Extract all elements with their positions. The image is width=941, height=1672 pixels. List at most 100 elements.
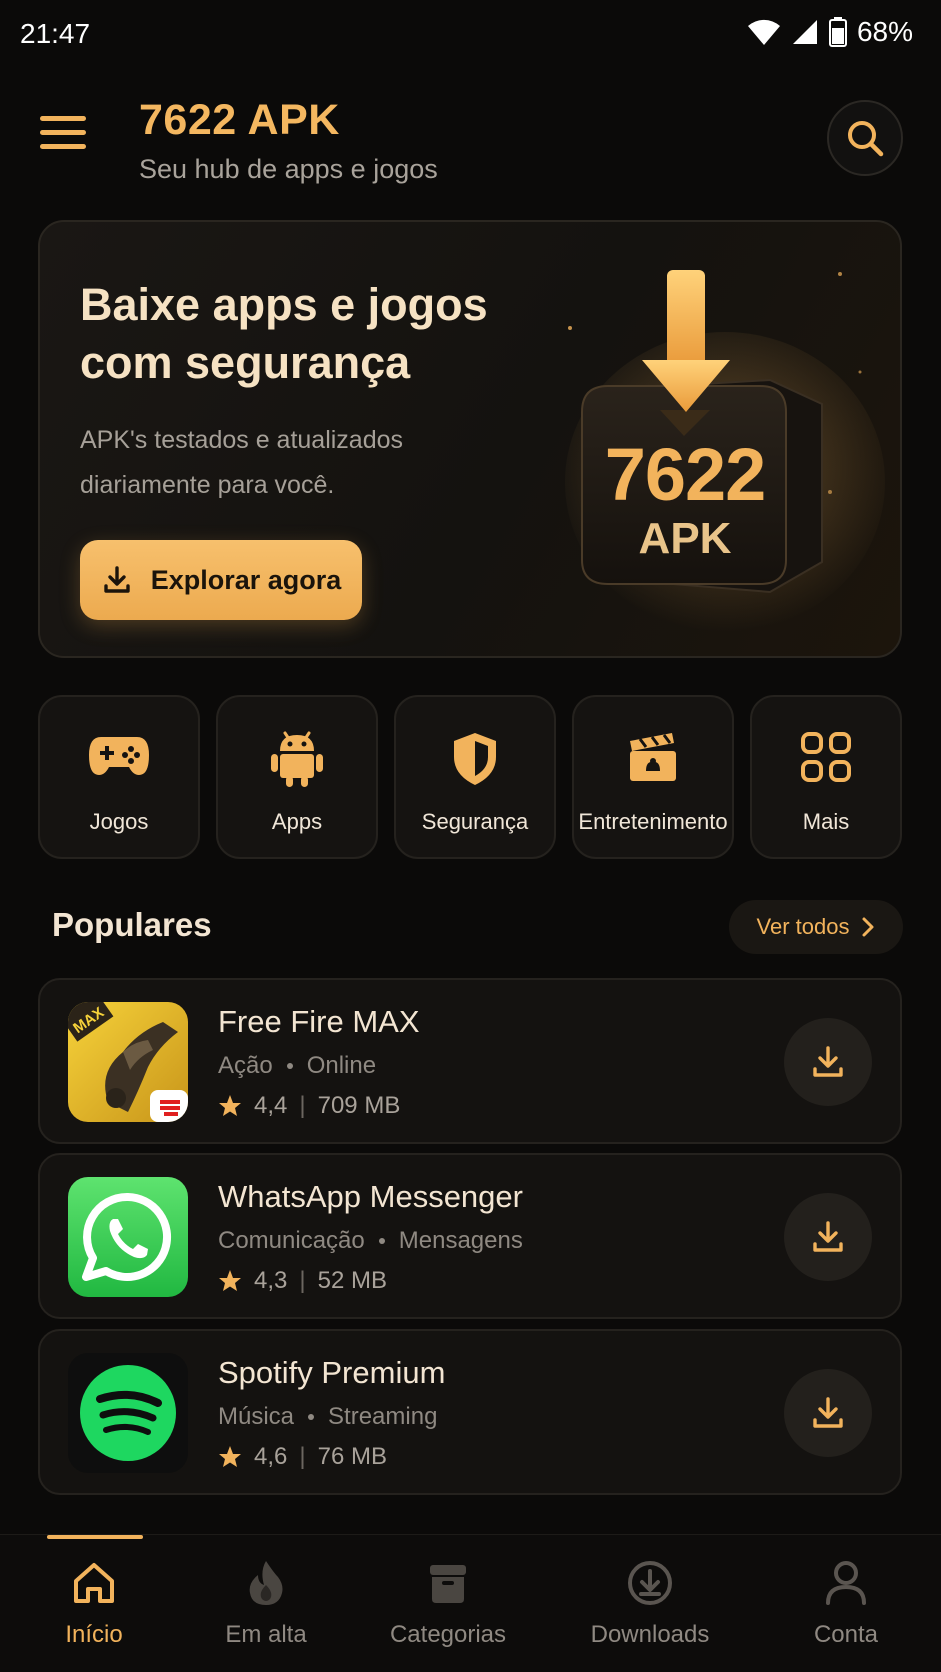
app-meta: Música Streaming	[218, 1403, 437, 1431]
app-subtitle: Seu hub de apps e jogos	[139, 154, 438, 184]
category-games[interactable]: Jogos	[38, 695, 200, 859]
explore-now-label: Explorar agora	[150, 564, 342, 595]
signal-icon	[792, 20, 817, 44]
star-icon	[219, 1270, 241, 1291]
hero-box-illustration: 7622 APK	[560, 262, 890, 642]
hamburger-icon	[40, 116, 86, 121]
clapperboard-icon	[630, 733, 676, 781]
app-size: 76 MB	[317, 1443, 387, 1470]
category-label: Segurança	[421, 809, 529, 834]
app-name: Free Fire MAX	[218, 1004, 420, 1039]
shield-icon	[454, 733, 496, 785]
battery-percentage: 68%	[856, 16, 913, 47]
app-tag: Streaming	[328, 1403, 438, 1430]
app-genre: Ação	[218, 1052, 273, 1079]
app-name: Spotify Premium	[218, 1355, 446, 1390]
separator-bar: |	[299, 1443, 306, 1470]
category-apps[interactable]: Apps	[216, 695, 378, 859]
category-security[interactable]: Segurança	[394, 695, 556, 859]
nav-label: Categorias	[389, 1621, 507, 1648]
app-name: WhatsApp Messenger	[218, 1179, 523, 1214]
search-button[interactable]	[827, 100, 903, 176]
nav-label: Conta	[813, 1621, 879, 1648]
nav-label: Início	[65, 1621, 123, 1648]
android-icon	[271, 731, 323, 787]
download-button[interactable]	[784, 1018, 872, 1106]
status-time: 21:47	[20, 18, 91, 49]
hero-title: Baixe apps e jogos com segurança	[80, 276, 540, 392]
menu-button[interactable]	[40, 116, 90, 160]
category-entertainment[interactable]: Entretenimento	[572, 695, 734, 859]
app-title: 7622 APK	[139, 96, 340, 144]
nav-item-trending[interactable]: Em alta	[176, 1559, 356, 1659]
app-size: 52 MB	[317, 1267, 387, 1294]
grid-icon	[801, 732, 851, 782]
nav-item-account[interactable]: Conta	[756, 1559, 936, 1659]
category-label: Mais	[802, 809, 850, 834]
hero-desc-line: APK's testados e atualizados	[80, 426, 404, 454]
spotify-icon	[68, 1353, 188, 1473]
app-size: 709 MB	[317, 1092, 401, 1119]
app-card-spotify[interactable]: Spotify Premium Música Streaming 4,6 | 7…	[38, 1329, 902, 1495]
whatsapp-icon	[68, 1177, 188, 1297]
category-label: Apps	[271, 809, 323, 834]
hero-art-label: APK	[638, 514, 732, 563]
app-rating-row: 4,6 | 76 MB	[218, 1443, 387, 1471]
separator-dot	[308, 1414, 315, 1420]
app-rating: 4,6	[254, 1443, 288, 1470]
download-button[interactable]	[784, 1369, 872, 1457]
hero-title-line: com segurança	[80, 337, 411, 388]
section-title-popular: Populares	[52, 906, 212, 943]
chevron-right-icon	[862, 917, 874, 937]
hero-desc-line: diariamente para você.	[80, 471, 335, 499]
hero-banner: Baixe apps e jogos com segurança APK's t…	[38, 220, 902, 658]
nav-label: Downloads	[590, 1621, 710, 1648]
hero-description: APK's testados e atualizados diariamente…	[80, 418, 500, 508]
wifi-icon	[747, 19, 780, 45]
separator-bar: |	[299, 1267, 306, 1294]
active-tab-indicator	[47, 1535, 143, 1539]
app-header: 7622 APK Seu hub de apps e jogos	[0, 88, 941, 198]
hamburger-line	[40, 130, 86, 135]
download-icon	[813, 1046, 843, 1077]
app-meta: Ação Online	[218, 1052, 376, 1080]
battery-icon	[828, 17, 847, 47]
hamburger-line	[40, 144, 86, 149]
app-genre: Música	[218, 1403, 295, 1430]
category-label: Jogos	[89, 809, 149, 834]
category-more[interactable]: Mais	[750, 695, 902, 859]
nav-label: Em alta	[225, 1621, 307, 1648]
download-button[interactable]	[784, 1193, 872, 1281]
app-rating: 4,3	[254, 1267, 288, 1294]
nav-item-home[interactable]: Início	[4, 1559, 184, 1659]
download-circle-icon	[628, 1561, 672, 1605]
category-row: Jogos Apps Segurança Entretenimento Mais	[38, 695, 902, 859]
app-genre: Comunicação	[218, 1227, 365, 1254]
see-all-label: Ver todos	[756, 914, 850, 939]
app-card-whatsapp[interactable]: WhatsApp Messenger Comunicação Mensagens…	[38, 1153, 902, 1319]
nav-item-categories[interactable]: Categorias	[358, 1559, 538, 1659]
app-card-free-fire[interactable]: MAX Free Fire MAX Ação Online 4,4 | 709 …	[38, 978, 902, 1144]
app-screen: 21:47 68% 7622 APK Seu hub de apps e jog…	[0, 0, 941, 1672]
explore-now-button[interactable]: Explorar agora	[80, 540, 362, 620]
app-tag: Online	[306, 1052, 377, 1079]
box-icon	[430, 1565, 466, 1603]
see-all-button[interactable]: Ver todos	[729, 900, 903, 954]
search-icon	[848, 121, 884, 157]
star-icon	[219, 1095, 241, 1116]
hero-art-number: 7622	[604, 433, 767, 516]
app-rating-row: 4,4 | 709 MB	[218, 1092, 400, 1120]
hero-title-line: Baixe apps e jogos	[80, 279, 488, 330]
nav-item-downloads[interactable]: Downloads	[560, 1559, 740, 1659]
separator-dot	[378, 1238, 385, 1244]
app-tag: Mensagens	[398, 1227, 523, 1254]
gamepad-icon	[89, 737, 149, 775]
home-icon	[74, 1563, 114, 1603]
free-fire-icon: MAX	[68, 1002, 188, 1122]
download-icon	[813, 1397, 843, 1428]
separator-dot	[286, 1063, 293, 1069]
user-icon	[826, 1561, 866, 1605]
status-bar: 21:47 68%	[0, 0, 941, 70]
app-rating: 4,4	[254, 1092, 288, 1119]
download-icon	[813, 1221, 843, 1252]
